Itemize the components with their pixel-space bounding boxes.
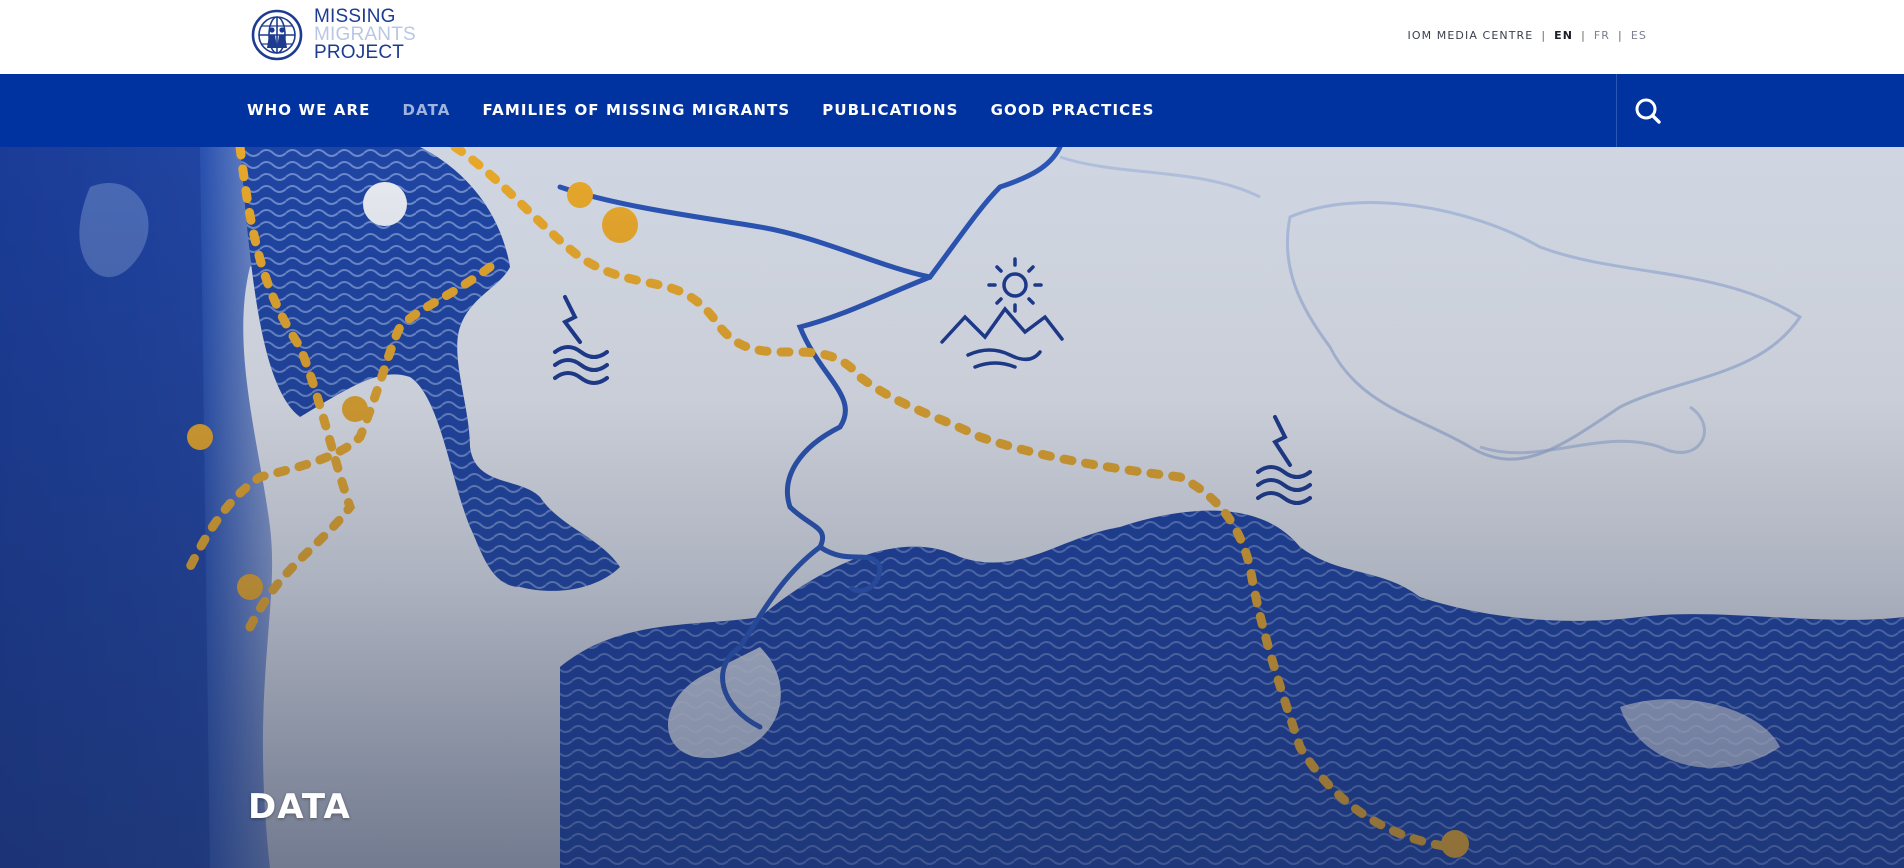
- site-logo[interactable]: MISSING MIGRANTS PROJECT: [248, 7, 416, 64]
- nav-link-who-we-are[interactable]: WHO WE ARE: [247, 101, 371, 119]
- language-en-link[interactable]: EN: [1554, 29, 1573, 42]
- nav-item-data: DATA: [403, 101, 451, 120]
- iom-globe-logo-icon: [251, 9, 303, 61]
- logo-text-project: PROJECT: [314, 42, 405, 63]
- utility-separator: |: [1581, 29, 1586, 42]
- nav-link-data[interactable]: DATA: [403, 101, 451, 119]
- utility-separator: |: [1618, 29, 1623, 42]
- logo-wordmark: MISSING MIGRANTS PROJECT: [314, 7, 416, 63]
- nav-item-who-we-are: WHO WE ARE: [247, 101, 371, 120]
- utility-separator: |: [1541, 29, 1547, 42]
- nav-item-families: FAMILIES OF MISSING MIGRANTS: [482, 101, 790, 120]
- hero-banner: DATA: [0, 147, 1904, 868]
- utility-links: IOM MEDIA CENTRE | EN | FR | ES: [1407, 29, 1647, 42]
- language-fr-link[interactable]: FR: [1594, 29, 1610, 42]
- nav-link-families-of-missing-migrants[interactable]: FAMILIES OF MISSING MIGRANTS: [482, 101, 790, 119]
- nav-divider: [1616, 74, 1617, 147]
- hero-map-illustration: [0, 147, 1904, 868]
- main-navigation: WHO WE ARE DATA FAMILIES OF MISSING MIGR…: [0, 74, 1904, 147]
- nav-item-publications: PUBLICATIONS: [822, 101, 958, 120]
- iom-media-centre-link[interactable]: IOM MEDIA CENTRE: [1407, 29, 1533, 42]
- nav-link-good-practices[interactable]: GOOD PRACTICES: [991, 101, 1155, 119]
- top-header: MISSING MIGRANTS PROJECT IOM MEDIA CENTR…: [0, 0, 1904, 74]
- search-button[interactable]: [1628, 91, 1668, 131]
- nav-item-good-practices: GOOD PRACTICES: [991, 101, 1155, 120]
- page-title: DATA: [248, 787, 351, 827]
- search-icon: [1635, 98, 1661, 124]
- nav-link-publications[interactable]: PUBLICATIONS: [822, 101, 958, 119]
- language-es-link[interactable]: ES: [1631, 29, 1647, 42]
- main-menu: WHO WE ARE DATA FAMILIES OF MISSING MIGR…: [247, 74, 1187, 147]
